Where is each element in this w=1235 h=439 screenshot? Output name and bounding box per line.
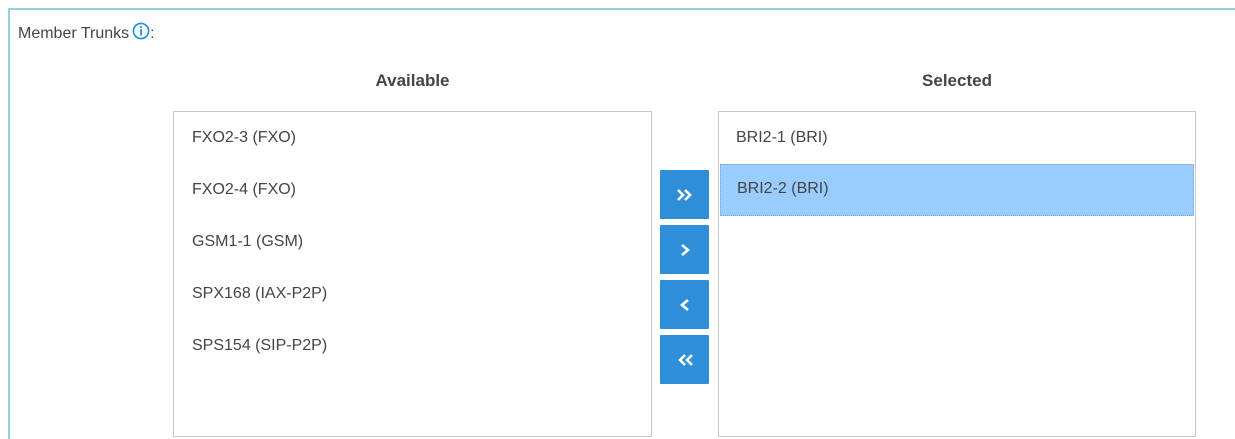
chevron-left-icon [678, 297, 692, 313]
selected-item-highlighted[interactable]: BRI2-2 (BRI) [720, 164, 1194, 216]
available-item[interactable]: FXO2-4 (FXO) [174, 164, 651, 216]
member-trunks-colon: : [150, 25, 155, 42]
available-item[interactable]: SPX168 (IAX-P2P) [174, 268, 651, 320]
member-trunks-label: Member Trunks [18, 25, 130, 42]
member-trunks-label-row: Member Trunks : [18, 22, 155, 44]
selected-header: Selected [922, 71, 992, 90]
info-circle-icon[interactable] [132, 22, 150, 40]
available-listbox[interactable]: FXO2-3 (FXO) FXO2-4 (FXO) GSM1-1 (GSM) S… [173, 111, 652, 437]
double-chevron-right-icon [675, 187, 695, 203]
available-header: Available [375, 71, 450, 90]
add-button[interactable] [660, 225, 709, 274]
add-all-button[interactable] [660, 170, 709, 219]
remove-all-button[interactable] [660, 335, 709, 384]
available-item[interactable]: SPS154 (SIP-P2P) [174, 320, 651, 372]
available-item[interactable]: GSM1-1 (GSM) [174, 216, 651, 268]
double-chevron-left-icon [675, 352, 695, 368]
selected-item[interactable]: BRI2-1 (BRI) [719, 112, 1195, 164]
selected-listbox[interactable]: BRI2-1 (BRI) BRI2-2 (BRI) [718, 111, 1196, 437]
chevron-right-icon [678, 242, 692, 258]
available-item[interactable]: FXO2-3 (FXO) [174, 112, 651, 164]
remove-button[interactable] [660, 280, 709, 329]
